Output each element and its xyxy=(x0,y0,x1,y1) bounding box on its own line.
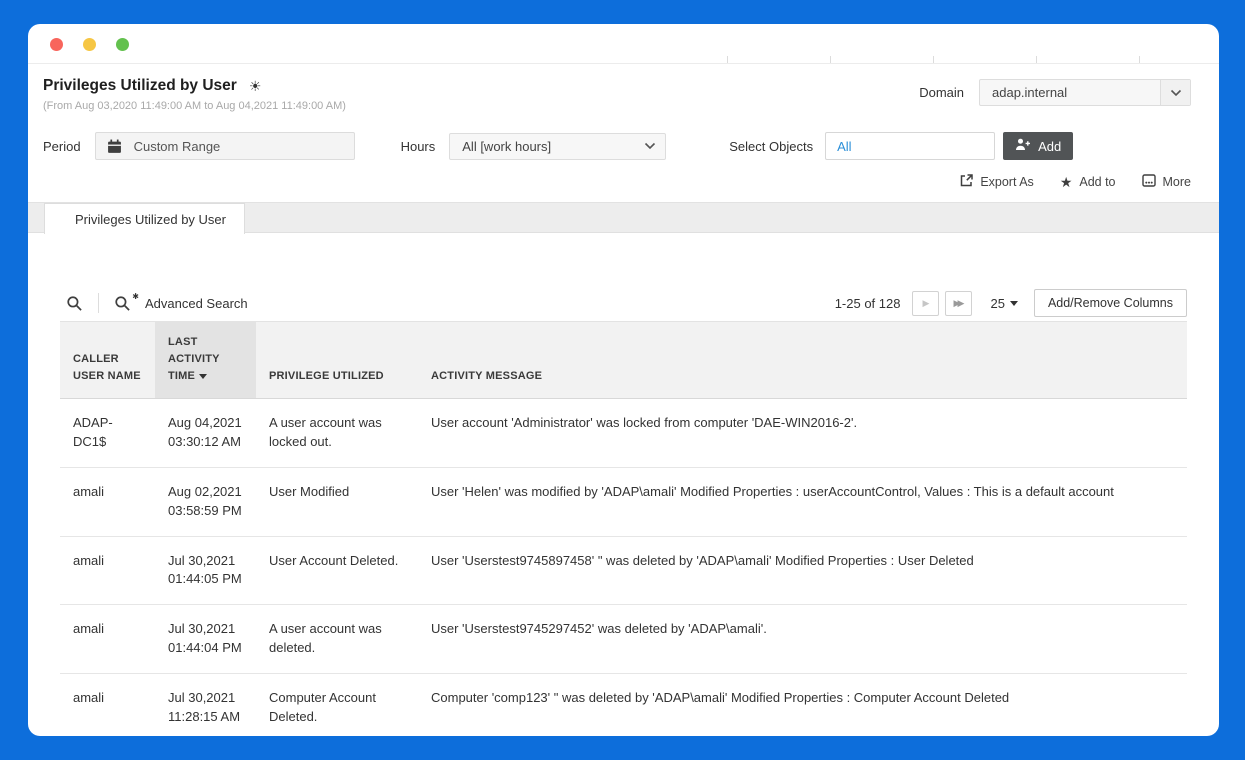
advanced-search-label[interactable]: Advanced Search xyxy=(145,296,248,311)
app-window: Privileges Utilized by User ☀ (From Aug … xyxy=(28,24,1219,736)
activity-time: 01:44:04 PM xyxy=(168,639,246,658)
report-date-range: (From Aug 03,2020 11:49:00 AM to Aug 04,… xyxy=(43,100,346,112)
export-as-label: Export As xyxy=(980,175,1034,189)
tab-strip: Privileges Utilized by User xyxy=(28,202,1219,233)
domain-value: adap.internal xyxy=(980,85,1160,100)
activity-time: 01:44:05 PM xyxy=(168,570,246,589)
more-button[interactable]: More xyxy=(1142,174,1191,190)
add-objects-button[interactable]: Add xyxy=(1003,132,1073,160)
search-icon[interactable] xyxy=(60,295,89,312)
activity-message-cell: Computer 'comp123' " was deleted by 'ADA… xyxy=(418,673,1187,736)
table-body: ADAP-DC1$ Aug 04,2021 03:30:12 AM A user… xyxy=(60,399,1187,736)
more-icon xyxy=(1142,174,1156,190)
inactive-tab-separators xyxy=(625,56,1191,63)
hours-select[interactable]: All [work hours] xyxy=(449,133,666,160)
activity-time: 03:30:12 AM xyxy=(168,433,246,452)
page-size-value: 25 xyxy=(990,296,1004,311)
activity-message-cell: User 'Helen' was modified by 'ADAP\amali… xyxy=(418,467,1187,536)
add-remove-columns-button[interactable]: Add/Remove Columns xyxy=(1034,289,1187,317)
last-page-icon: ▶▶ xyxy=(954,298,962,309)
table-toolbar: ✱ Advanced Search 1-25 of 128 ▶ ▶▶ 25 Ad… xyxy=(60,285,1187,322)
person-add-icon xyxy=(1015,138,1031,154)
column-label: ACTIVITY MESSAGE xyxy=(431,370,542,382)
report-table: CALLER USER NAME LAST ACTIVITY TIME PRIV… xyxy=(60,322,1187,736)
activity-time: 11:28:15 AM xyxy=(168,708,246,727)
window-close-button[interactable] xyxy=(50,38,63,51)
column-header-caller-user-name[interactable]: CALLER USER NAME xyxy=(60,322,155,399)
privilege-utilized-cell: A user account was deleted. xyxy=(256,605,418,674)
domain-select[interactable]: adap.internal xyxy=(979,79,1191,106)
caller-user-name-cell: ADAP-DC1$ xyxy=(60,399,155,468)
column-header-last-activity-time[interactable]: LAST ACTIVITY TIME xyxy=(155,322,256,399)
star-icon: ★ xyxy=(1060,175,1073,189)
add-button-label: Add xyxy=(1038,139,1061,154)
page-title: Privileges Utilized by User xyxy=(43,77,237,95)
activity-time: 03:58:59 PM xyxy=(168,502,246,521)
last-activity-time-cell: Jul 30,2021 11:28:15 AM xyxy=(155,673,256,736)
period-picker[interactable]: Custom Range xyxy=(95,132,355,160)
domain-label: Domain xyxy=(919,85,964,100)
last-activity-time-cell: Aug 04,2021 03:30:12 AM xyxy=(155,399,256,468)
activity-date: Aug 02,2021 xyxy=(168,483,246,502)
hours-value: All [work hours] xyxy=(450,139,635,154)
pagination-range: 1-25 of 128 xyxy=(835,296,901,311)
table-row: amali Jul 30,2021 01:44:04 PM A user acc… xyxy=(60,605,1187,674)
activity-date: Jul 30,2021 xyxy=(168,620,246,639)
window-minimize-button[interactable] xyxy=(83,38,96,51)
window-maximize-button[interactable] xyxy=(116,38,129,51)
activity-message-cell: User account 'Administrator' was locked … xyxy=(418,399,1187,468)
table-row: amali Jul 30,2021 11:28:15 AM Computer A… xyxy=(60,673,1187,736)
activity-message-cell: User 'Userstest9745297452' was deleted b… xyxy=(418,605,1187,674)
chevron-down-icon xyxy=(1160,80,1190,105)
table-row: amali Aug 02,2021 03:58:59 PM User Modif… xyxy=(60,467,1187,536)
activity-date: Jul 30,2021 xyxy=(168,552,246,571)
next-page-button[interactable]: ▶ xyxy=(912,291,939,316)
toolbar-divider xyxy=(98,293,99,313)
last-page-button[interactable]: ▶▶ xyxy=(945,291,972,316)
tab-privileges-utilized-by-user[interactable]: Privileges Utilized by User xyxy=(44,203,245,234)
activity-message-cell: User 'Userstest9745897458' " was deleted… xyxy=(418,536,1187,605)
next-page-icon: ▶ xyxy=(923,298,930,309)
calendar-icon xyxy=(96,139,134,154)
privilege-utilized-cell: Computer Account Deleted. xyxy=(256,673,418,736)
privilege-utilized-cell: User Account Deleted. xyxy=(256,536,418,605)
column-header-activity-message[interactable]: ACTIVITY MESSAGE xyxy=(418,322,1187,399)
caller-user-name-cell: amali xyxy=(60,467,155,536)
activity-date: Aug 04,2021 xyxy=(168,414,246,433)
caret-down-icon xyxy=(1010,301,1018,306)
table-row: ADAP-DC1$ Aug 04,2021 03:30:12 AM A user… xyxy=(60,399,1187,468)
sort-desc-icon xyxy=(199,374,207,379)
add-to-button[interactable]: ★ Add to xyxy=(1060,174,1116,190)
caller-user-name-cell: amali xyxy=(60,536,155,605)
select-objects-label: Select Objects xyxy=(729,139,813,154)
column-header-privilege-utilized[interactable]: PRIVILEGE UTILIZED xyxy=(256,322,418,399)
table-row: amali Jul 30,2021 01:44:05 PM User Accou… xyxy=(60,536,1187,605)
hours-label: Hours xyxy=(401,139,436,154)
caller-user-name-cell: amali xyxy=(60,605,155,674)
sun-icon[interactable]: ☀ xyxy=(249,78,262,95)
more-label: More xyxy=(1163,175,1191,189)
export-as-button[interactable]: Export As xyxy=(960,174,1034,190)
page-size-dropdown[interactable]: 25 xyxy=(990,296,1017,311)
last-activity-time-cell: Jul 30,2021 01:44:05 PM xyxy=(155,536,256,605)
column-label: LAST ACTIVITY TIME xyxy=(168,336,220,382)
chevron-down-icon xyxy=(635,134,665,159)
period-value: Custom Range xyxy=(134,139,221,154)
caller-user-name-cell: amali xyxy=(60,673,155,736)
export-icon xyxy=(960,174,973,190)
privilege-utilized-cell: A user account was locked out. xyxy=(256,399,418,468)
column-label: CALLER USER NAME xyxy=(73,353,141,382)
last-activity-time-cell: Aug 02,2021 03:58:59 PM xyxy=(155,467,256,536)
privilege-utilized-cell: User Modified xyxy=(256,467,418,536)
add-to-label: Add to xyxy=(1079,175,1115,189)
select-objects-input[interactable] xyxy=(825,132,995,160)
activity-date: Jul 30,2021 xyxy=(168,689,246,708)
last-activity-time-cell: Jul 30,2021 01:44:04 PM xyxy=(155,605,256,674)
advanced-search-icon[interactable]: ✱ xyxy=(108,295,137,312)
period-label: Period xyxy=(43,139,81,154)
window-titlebar xyxy=(28,24,1219,64)
column-label: PRIVILEGE UTILIZED xyxy=(269,370,384,382)
